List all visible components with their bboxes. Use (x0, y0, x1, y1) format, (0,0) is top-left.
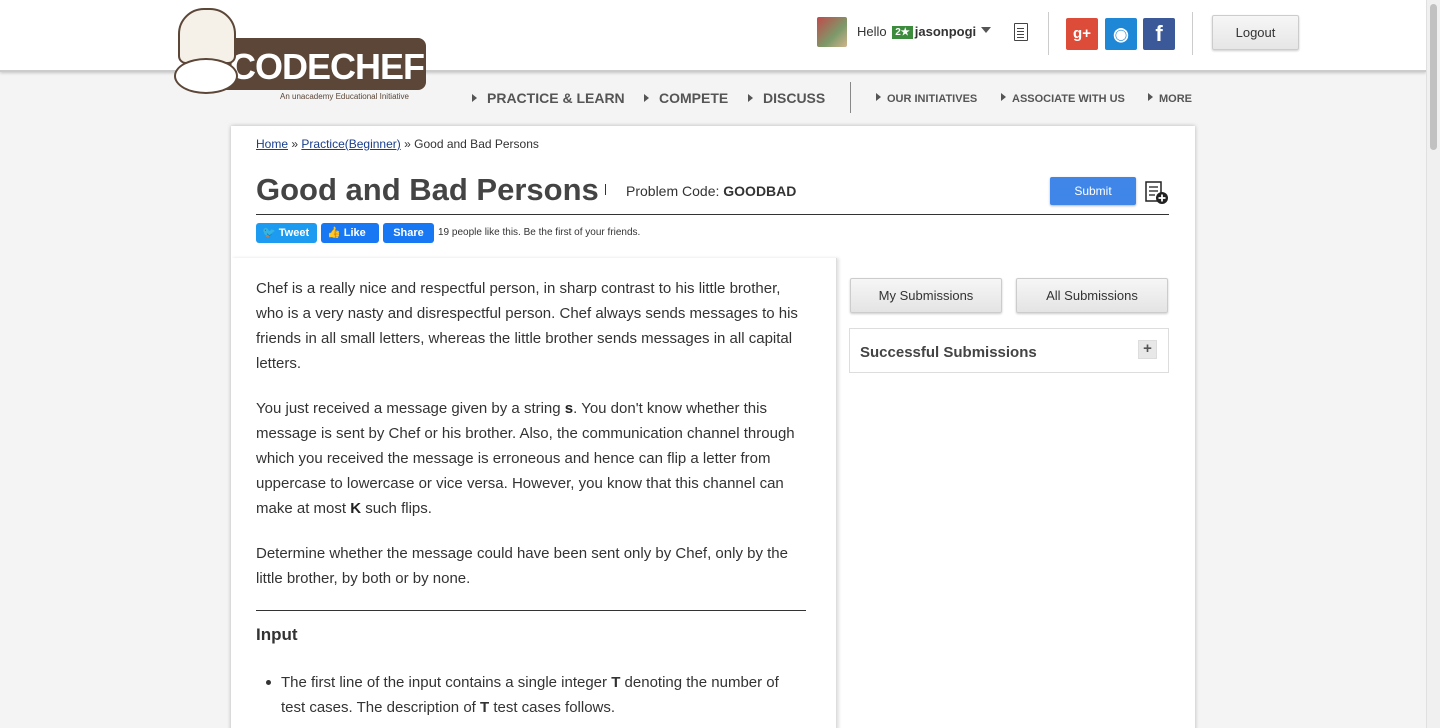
chef-face-icon (174, 58, 238, 94)
text: test cases follows. (489, 699, 616, 716)
problem-card: Home » Practice(Beginner) » Good and Bad… (231, 126, 1195, 728)
like-label: Like (343, 227, 366, 239)
page-scrollbar[interactable] (1426, 0, 1440, 728)
variable-k: K (350, 500, 362, 517)
divider (1048, 12, 1049, 55)
breadcrumb-separator: » (291, 137, 299, 151)
logo-subtitle: An unacademy Educational Initiative (280, 92, 409, 101)
chef-hat-icon (178, 8, 236, 64)
nav-divider (850, 82, 851, 113)
breadcrumb: Home » Practice(Beginner) » Good and Bad… (256, 137, 539, 151)
github-icon[interactable]: ◉ (1105, 18, 1137, 50)
title-rule (256, 214, 1169, 215)
tweet-button[interactable]: 🐦 Tweet (256, 223, 317, 243)
facebook-share-button[interactable]: Share (383, 223, 434, 243)
triangle-right-icon (472, 94, 477, 102)
nav-label: ASSOCIATE WITH US (1012, 93, 1125, 105)
text: such flips. (361, 500, 432, 517)
nav-discuss[interactable]: DISCUSS (748, 90, 825, 106)
problem-statement: Chef is a really nice and respectful per… (231, 258, 837, 728)
nav-compete[interactable]: COMPETE (644, 90, 728, 106)
breadcrumb-home[interactable]: Home (256, 137, 288, 151)
nav-practice-learn[interactable]: PRACTICE & LEARN (472, 90, 625, 106)
problem-code: Problem Code: GOODBAD (626, 183, 796, 199)
variable-t: T (611, 674, 621, 691)
breadcrumb-practice[interactable]: Practice(Beginner) (301, 137, 400, 151)
list-item: The first line of the input contains a s… (266, 670, 801, 720)
breadcrumb-current: Good and Bad Persons (414, 137, 539, 151)
statement-paragraph: Determine whether the message could have… (256, 545, 788, 587)
expand-icon[interactable]: + (1138, 340, 1157, 359)
nav-label: DISCUSS (763, 90, 826, 106)
breadcrumb-separator: » (404, 137, 411, 151)
variable-t: T (480, 699, 490, 716)
notes-icon[interactable] (1014, 23, 1028, 41)
nav-more[interactable]: MORE (1148, 93, 1192, 105)
input-heading: Input (256, 625, 298, 644)
statement-paragraph: Chef is a really nice and respectful per… (256, 280, 798, 372)
text: The first line of the input contains a s… (281, 674, 612, 691)
successful-submissions-label: Successful Submissions (860, 344, 1037, 361)
variable-s: s (564, 400, 574, 417)
facebook-icon[interactable]: f (1143, 18, 1175, 50)
triangle-right-icon (748, 94, 753, 102)
statement-paragraph: You just received a message given by a s… (256, 396, 811, 521)
like-count-text: 19 people like this. Be the first of you… (438, 227, 641, 238)
top-header: CODECHEF An unacademy Educational Initia… (0, 0, 1426, 101)
triangle-right-icon (1148, 93, 1153, 101)
triangle-right-icon (1001, 93, 1006, 101)
star-rating-badge: 2★ (892, 26, 913, 39)
twitter-icon: 🐦 (262, 227, 276, 239)
nav-label: COMPETE (659, 90, 729, 106)
nav-label: PRACTICE & LEARN (487, 90, 625, 106)
divider (1192, 12, 1193, 55)
text: You just received a message given by a s… (256, 400, 565, 417)
problem-code-value: GOODBAD (723, 183, 797, 199)
google-plus-icon[interactable]: g+ (1066, 18, 1098, 50)
nav-our-initiatives[interactable]: OUR INITIATIVES (876, 93, 977, 105)
user-greeting[interactable]: Hello 2★ jasonpogi (857, 24, 976, 39)
problem-code-label: Problem Code: (626, 183, 720, 199)
nav-label: OUR INITIATIVES (887, 93, 978, 105)
my-submissions-button[interactable]: My Submissions (850, 278, 1002, 313)
logo-text: CODECHEF (230, 46, 425, 87)
title-divider (605, 184, 606, 195)
nav-associate-with-us[interactable]: ASSOCIATE WITH US (1001, 93, 1125, 105)
triangle-right-icon (876, 93, 881, 101)
hello-text: Hello (857, 24, 887, 39)
logout-button[interactable]: Logout (1212, 15, 1299, 50)
username: jasonpogi (914, 24, 977, 39)
section-rule (256, 610, 806, 611)
text: . You don't know whether this message is… (256, 400, 795, 517)
triangle-right-icon (644, 94, 649, 102)
tweet-label: Tweet (278, 227, 310, 239)
facebook-like-button[interactable]: 👍 Like (321, 223, 379, 243)
nav-label: MORE (1159, 93, 1192, 105)
avatar[interactable] (817, 17, 847, 47)
chevron-down-icon[interactable] (981, 27, 991, 33)
submit-button[interactable]: Submit (1050, 177, 1136, 205)
add-to-list-icon[interactable] (1145, 181, 1169, 205)
successful-submissions-panel[interactable]: Successful Submissions + (849, 328, 1169, 373)
codechef-logo[interactable]: CODECHEF An unacademy Educational Initia… (172, 8, 432, 104)
page-title: Good and Bad Persons (256, 172, 599, 207)
scrollbar-thumb[interactable] (1430, 4, 1437, 150)
all-submissions-button[interactable]: All Submissions (1016, 278, 1168, 313)
thumbs-up-icon: 👍 (327, 227, 341, 239)
